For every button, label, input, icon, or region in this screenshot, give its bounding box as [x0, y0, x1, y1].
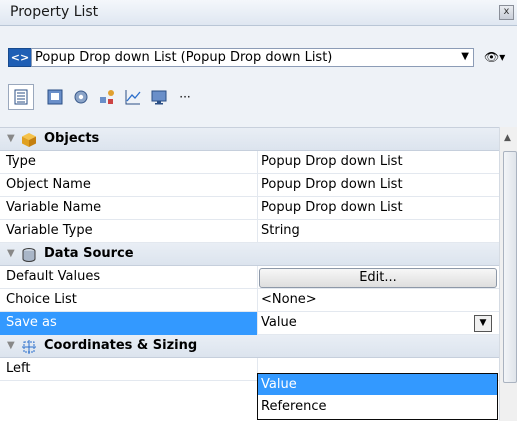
column-divider: [257, 151, 258, 174]
more-button[interactable]: ···: [172, 84, 198, 110]
eye-icon: 👁▾: [484, 50, 506, 64]
category-label: Objects: [44, 131, 100, 146]
shapes-icon: [100, 90, 114, 104]
edit-button[interactable]: Edit...: [259, 268, 497, 288]
object-selector-value: Popup Drop down List (Popup Drop down Li…: [35, 50, 333, 65]
property-row-save-as[interactable]: Save as Value ▼: [0, 312, 499, 335]
property-row-choice-list[interactable]: Choice List <None>: [0, 289, 499, 312]
properties-list-icon: [14, 89, 28, 105]
display-icon: [47, 89, 63, 105]
vertical-scrollbar[interactable]: ▲: [499, 127, 517, 420]
property-name: Variable Type: [6, 223, 93, 238]
column-divider: [257, 289, 258, 312]
property-name: Save as: [6, 315, 57, 330]
property-row-default-values[interactable]: Default Values Edit...: [0, 266, 499, 289]
coordinates-icon: [22, 340, 36, 354]
properties-list-button[interactable]: [8, 84, 34, 110]
objects-cube-icon: [22, 133, 36, 147]
column-divider: [257, 197, 258, 220]
property-list-panel: Property List x <> Popup Drop down List …: [0, 0, 517, 421]
property-row-variable-type[interactable]: Variable Type String: [0, 220, 499, 243]
dropdown-option[interactable]: Value: [258, 374, 497, 395]
collapse-triangle-icon: ▼: [7, 248, 15, 259]
property-name: Default Values: [6, 269, 101, 284]
chevron-down-icon: ▼: [461, 51, 469, 62]
property-value: Popup Drop down List: [261, 200, 403, 215]
gear-icon: [74, 90, 88, 104]
column-divider: [257, 266, 258, 289]
display-button[interactable]: [42, 84, 68, 110]
chart-icon: [125, 90, 141, 105]
object-selector-combo[interactable]: Popup Drop down List (Popup Drop down Li…: [31, 48, 474, 67]
dropdown-option[interactable]: Reference: [258, 396, 497, 417]
settings-button[interactable]: [68, 84, 94, 110]
monitor-icon: [151, 90, 167, 105]
close-icon: x: [503, 6, 510, 17]
property-category-toolbar: ···: [8, 84, 238, 112]
property-row-type[interactable]: Type Popup Drop down List: [0, 151, 499, 174]
property-name: Type: [6, 154, 36, 169]
property-row-variable-name[interactable]: Variable Name Popup Drop down List: [0, 197, 499, 220]
collapse-triangle-icon: ▼: [7, 340, 15, 351]
column-divider: [257, 220, 258, 243]
save-as-select-value[interactable]: Value: [261, 315, 497, 332]
window-title: Property List: [10, 4, 99, 20]
property-value: <None>: [261, 292, 317, 307]
data-source-icon: [22, 248, 36, 262]
category-label: Data Source: [44, 246, 134, 261]
shapes-button[interactable]: [94, 84, 120, 110]
collapse-triangle-icon: ▼: [7, 133, 15, 144]
dropdown-arrow-button[interactable]: ▼: [474, 315, 492, 332]
scroll-up-arrow-icon[interactable]: ▲: [504, 133, 511, 143]
property-name: Object Name: [6, 177, 91, 192]
more-icon: ···: [179, 90, 191, 104]
view-options-button[interactable]: 👁▾: [484, 48, 514, 66]
title-bar: Property List x: [0, 0, 517, 26]
category-coordinates-sizing[interactable]: ▼ Coordinates & Sizing: [0, 335, 499, 358]
monitor-button[interactable]: [146, 84, 172, 110]
property-name: Choice List: [6, 292, 77, 307]
column-divider: [257, 174, 258, 197]
property-value: Popup Drop down List: [261, 154, 403, 169]
navigate-arrows-icon: <>: [10, 51, 30, 64]
property-value: Popup Drop down List: [261, 177, 403, 192]
category-objects[interactable]: ▼ Objects: [0, 128, 499, 151]
category-data-source[interactable]: ▼ Data Source: [0, 243, 499, 266]
scrollbar-thumb[interactable]: [503, 151, 517, 383]
save-as-dropdown-list: Value Reference: [257, 373, 498, 420]
column-divider: [257, 312, 258, 335]
close-button[interactable]: x: [499, 5, 514, 20]
property-name: Left: [6, 361, 31, 376]
property-value: String: [261, 223, 300, 238]
property-row-object-name[interactable]: Object Name Popup Drop down List: [0, 174, 499, 197]
category-label: Coordinates & Sizing: [44, 338, 198, 353]
object-navigation-button[interactable]: <>: [8, 48, 32, 67]
property-name: Variable Name: [6, 200, 102, 215]
chart-button[interactable]: [120, 84, 146, 110]
